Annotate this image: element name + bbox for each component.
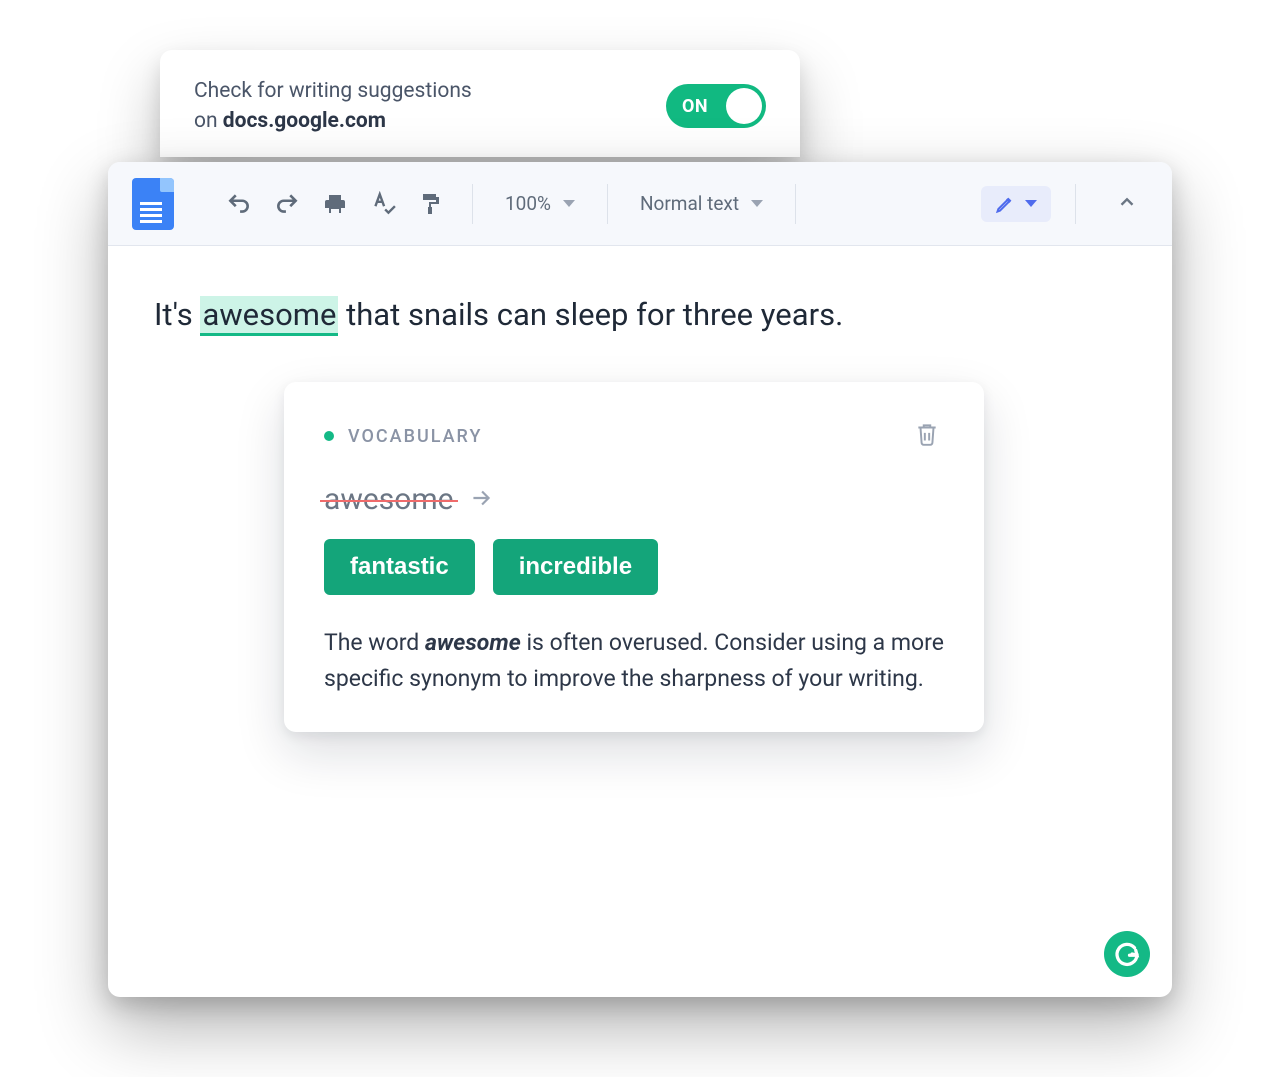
suggestion-explanation: The word awesome is often overused. Cons… xyxy=(324,625,944,696)
grammarly-badge[interactable] xyxy=(1104,931,1150,977)
print-button[interactable] xyxy=(318,187,352,221)
editor-window: 100% Normal text It's awesome that snail… xyxy=(108,162,1172,997)
toggle-knob xyxy=(726,88,762,124)
suggestions-toggle-card: Check for writing suggestions on docs.go… xyxy=(160,50,800,157)
chevron-down-icon xyxy=(563,200,575,207)
toolbar-separator xyxy=(472,184,473,224)
toolbar-separator xyxy=(607,184,608,224)
category-dot-icon xyxy=(324,431,334,441)
toolbar-separator xyxy=(795,184,796,224)
suggestion-option[interactable]: fantastic xyxy=(324,539,475,595)
editing-mode-button[interactable] xyxy=(981,186,1051,222)
text-before: It's xyxy=(154,296,200,333)
document-body[interactable]: It's awesome that snails can sleep for t… xyxy=(108,246,1172,997)
chevron-down-icon xyxy=(1025,200,1037,207)
toggle-line1: Check for writing suggestions xyxy=(194,79,472,103)
suggestions-toggle[interactable]: ON xyxy=(666,84,766,128)
chevron-up-icon xyxy=(1116,191,1138,213)
highlighted-word[interactable]: awesome xyxy=(200,296,338,336)
redo-icon xyxy=(274,191,300,217)
collapse-toolbar-button[interactable] xyxy=(1106,191,1148,217)
print-icon xyxy=(323,192,347,216)
zoom-dropdown[interactable]: 100% xyxy=(497,192,583,215)
redo-button[interactable] xyxy=(270,187,304,221)
arrow-right-icon xyxy=(468,485,494,515)
toggle-description: Check for writing suggestions on docs.go… xyxy=(194,76,472,137)
paint-format-button[interactable] xyxy=(414,187,448,221)
replacement-row: awesome xyxy=(324,482,944,517)
paint-roller-icon xyxy=(419,192,443,216)
undo-icon xyxy=(226,191,252,217)
suggestion-category: VOCABULARY xyxy=(348,426,482,447)
toggle-state-label: ON xyxy=(682,96,708,117)
toolbar-separator xyxy=(1075,184,1076,224)
dismiss-button[interactable] xyxy=(910,416,944,456)
zoom-value: 100% xyxy=(505,192,551,215)
spellcheck-icon xyxy=(370,191,396,217)
suggestion-option[interactable]: incredible xyxy=(493,539,658,595)
undo-button[interactable] xyxy=(222,187,256,221)
suggestion-header: VOCABULARY xyxy=(324,416,944,456)
toggle-domain: docs.google.com xyxy=(223,109,386,133)
original-word: awesome xyxy=(324,482,454,517)
toggle-line2-prefix: on xyxy=(194,109,223,133)
chevron-down-icon xyxy=(751,200,763,207)
suggestion-options: fantastic incredible xyxy=(324,539,944,595)
suggestion-card: VOCABULARY awesome fantastic incredible xyxy=(284,382,984,732)
style-dropdown[interactable]: Normal text xyxy=(632,192,771,215)
toolbar: 100% Normal text xyxy=(108,162,1172,246)
docs-logo-icon[interactable] xyxy=(132,178,174,230)
grammarly-icon xyxy=(1112,939,1142,969)
exp-pre: The word xyxy=(324,629,425,656)
trash-icon xyxy=(914,420,940,448)
text-after: that snails can sleep for three years. xyxy=(338,296,843,333)
exp-word: awesome xyxy=(425,629,521,656)
document-text[interactable]: It's awesome that snails can sleep for t… xyxy=(154,292,1126,339)
style-value: Normal text xyxy=(640,192,739,215)
spellcheck-button[interactable] xyxy=(366,187,400,221)
pencil-icon xyxy=(995,194,1015,214)
